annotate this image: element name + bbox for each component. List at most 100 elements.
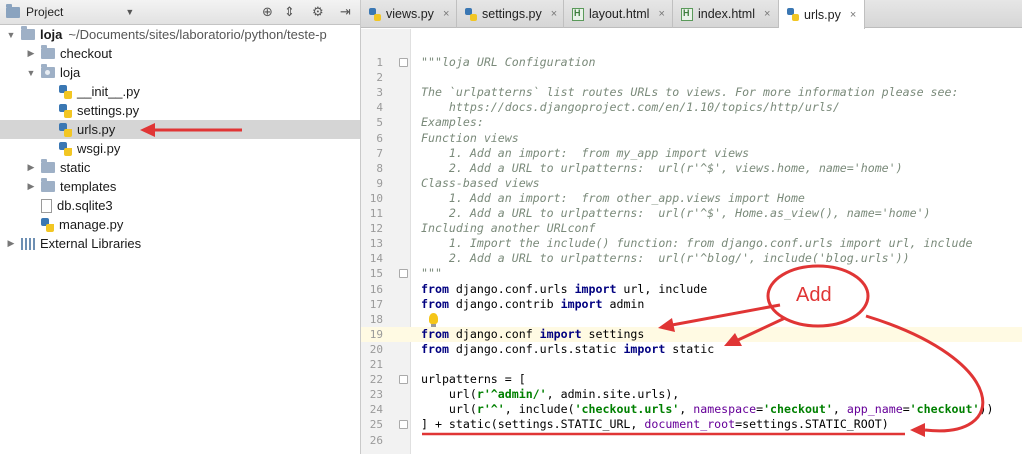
gear-icon[interactable]: ⚙ xyxy=(312,5,324,19)
code-line[interactable]: 2. Add a URL to urlpatterns: url(r'^$', … xyxy=(421,206,931,221)
project-panel-title[interactable]: Project xyxy=(26,5,63,19)
chevron-down-icon[interactable]: ▼ xyxy=(125,7,134,17)
code-line[interactable]: 1. Add an import: from other_app.views i… xyxy=(421,191,805,206)
tab-label: layout.html xyxy=(589,7,650,21)
collapse-arrow-icon[interactable]: ▶ xyxy=(6,238,16,249)
line-number-gutter: 1 2 3 4 5 6 7 8 9 10 11 12 13 14 15 16 17 18 19 20 21 22 23 24 2… xyxy=(361,29,411,454)
code-token: urlpatterns = [ xyxy=(421,372,526,387)
code-line[interactable]: 1. Add an import: from my_app import vie… xyxy=(421,146,749,161)
folder-icon xyxy=(41,159,55,173)
code-line[interactable]: from django.contrib import admin xyxy=(421,297,644,312)
expand-arrow-icon[interactable]: ▼ xyxy=(6,30,16,40)
project-panel-header: Project ▼ ⊕ ⇕ ⚙ ⇥ xyxy=(0,0,360,25)
code-token: r'^' xyxy=(476,402,505,417)
close-icon[interactable]: × xyxy=(551,8,557,20)
code-line[interactable]: 2. Add a URL to urlpatterns: url(r'^$', … xyxy=(421,161,903,176)
tree-item[interactable]: ▼ loja ~/Documents/sites/laboratorio/pytho… xyxy=(0,25,360,44)
code-line[interactable]: Function views xyxy=(421,131,519,146)
tree-item[interactable]: db.sqlite3 xyxy=(0,196,360,215)
code-line[interactable]: urlpatterns = [ xyxy=(421,372,526,387)
tree-item[interactable]: ▶ External Libraries xyxy=(0,234,360,253)
code-token: from xyxy=(421,281,449,296)
line-number: 1 xyxy=(376,56,383,69)
code-token: import xyxy=(560,296,603,311)
code-token: 2. Add a URL to urlpatterns: url(r'^blog… xyxy=(421,251,910,266)
target-icon[interactable]: ⊕ xyxy=(262,5,273,19)
tree-item[interactable]: urls.py xyxy=(0,120,360,139)
collapse-arrow-icon[interactable]: ▶ xyxy=(26,162,36,173)
code-token: https://docs.djangoproject.com/en/1.10/t… xyxy=(421,100,840,115)
editor-tab[interactable]: layout.html × xyxy=(564,0,673,28)
code-line[interactable]: Class-based views xyxy=(421,176,540,191)
file-icon xyxy=(41,198,52,213)
code-token: , xyxy=(679,402,694,417)
editor-tab[interactable]: settings.py × xyxy=(457,0,564,28)
code-line[interactable]: 2. Add a URL to urlpatterns: url(r'^blog… xyxy=(421,251,910,266)
close-icon[interactable]: × xyxy=(658,8,664,20)
tree-item[interactable]: ▶ checkout xyxy=(0,44,360,63)
python-file-icon xyxy=(59,141,72,156)
code-token: import xyxy=(539,326,582,341)
tree-item[interactable]: ▼ loja xyxy=(0,63,360,82)
editor-tab[interactable]: index.html × xyxy=(673,0,779,28)
project-path: ~/Documents/sites/laboratorio/python/tes… xyxy=(68,27,327,42)
code-token: import xyxy=(623,341,666,356)
tab-label: views.py xyxy=(386,7,434,21)
code-line[interactable]: """loja URL Configuration xyxy=(421,55,596,70)
close-icon[interactable]: × xyxy=(443,8,449,20)
code-token: Examples: xyxy=(421,115,484,130)
code-token: =settings.STATIC_ROOT) xyxy=(735,417,889,432)
lightbulb-icon[interactable] xyxy=(429,312,438,327)
tree-item[interactable]: __init__.py xyxy=(0,82,360,101)
tree-item[interactable]: settings.py xyxy=(0,101,360,120)
collapse-arrow-icon[interactable]: ▶ xyxy=(26,48,36,59)
fold-marker-icon[interactable] xyxy=(399,420,408,430)
line-number: 20 xyxy=(369,342,383,356)
code-line[interactable]: Including another URLconf xyxy=(421,221,596,236)
code-line[interactable]: from django.conf import settings xyxy=(421,327,644,342)
fold-marker-icon[interactable] xyxy=(399,375,408,385)
code-line[interactable]: url(r'^admin/', admin.site.urls), xyxy=(421,387,679,402)
tree-item[interactable]: ▶ templates xyxy=(0,177,360,196)
code-token: 'checkout' xyxy=(763,402,833,417)
tab-label: urls.py xyxy=(804,7,841,22)
code-token: namespace xyxy=(693,402,757,417)
code-token: admin xyxy=(602,296,645,311)
tree-item-label: __init__.py xyxy=(77,84,140,99)
code-area[interactable]: """loja URL Configuration The `urlpattern… xyxy=(411,29,1022,454)
tree-item[interactable]: wsgi.py xyxy=(0,139,360,158)
expand-arrow-icon[interactable]: ▼ xyxy=(26,68,36,78)
line-number: 23 xyxy=(369,388,383,402)
code-line[interactable]: ] + static(settings.STATIC_URL, document… xyxy=(421,417,889,432)
tree-item[interactable]: manage.py xyxy=(0,215,360,234)
code-line[interactable]: from django.conf.urls.static import stat… xyxy=(421,342,714,357)
folder-icon xyxy=(41,64,55,78)
code-line[interactable]: Examples: xyxy=(421,115,484,130)
hide-icon[interactable]: ⇥ xyxy=(340,5,351,19)
tree-item-label: wsgi.py xyxy=(77,141,121,156)
collapse-icon[interactable]: ⇕ xyxy=(284,5,295,19)
code-token: url, include xyxy=(616,281,708,296)
code-line[interactable]: 1. Import the include() function: from d… xyxy=(421,236,973,251)
fold-marker-icon[interactable] xyxy=(399,269,408,279)
python-file-icon xyxy=(59,103,72,118)
code-line[interactable]: """ xyxy=(421,266,442,281)
code-line[interactable]: https://docs.djangoproject.com/en/1.10/t… xyxy=(421,100,840,115)
close-icon[interactable]: × xyxy=(764,8,770,20)
collapse-arrow-icon[interactable]: ▶ xyxy=(26,181,36,192)
editor-tab[interactable]: views.py × xyxy=(361,0,457,28)
close-icon[interactable]: × xyxy=(850,9,856,21)
code-line[interactable]: from django.conf.urls import url, includ… xyxy=(421,282,707,297)
code-token: from xyxy=(421,341,449,356)
line-number: 11 xyxy=(369,207,383,220)
editor-tab[interactable]: urls.py × xyxy=(779,0,865,29)
code-token: """ xyxy=(421,266,442,281)
line-number: 18 xyxy=(369,312,383,326)
code-line[interactable]: The `urlpatterns` list routes URLs to vi… xyxy=(421,85,958,100)
tree-item[interactable]: ▶ static xyxy=(0,158,360,177)
code-line[interactable]: url(r'^', include('checkout.urls', names… xyxy=(421,402,994,417)
code-token: from xyxy=(421,326,449,341)
line-number: 24 xyxy=(369,403,383,417)
fold-marker-icon[interactable] xyxy=(399,58,408,67)
code-token: r'^admin/' xyxy=(476,387,547,402)
